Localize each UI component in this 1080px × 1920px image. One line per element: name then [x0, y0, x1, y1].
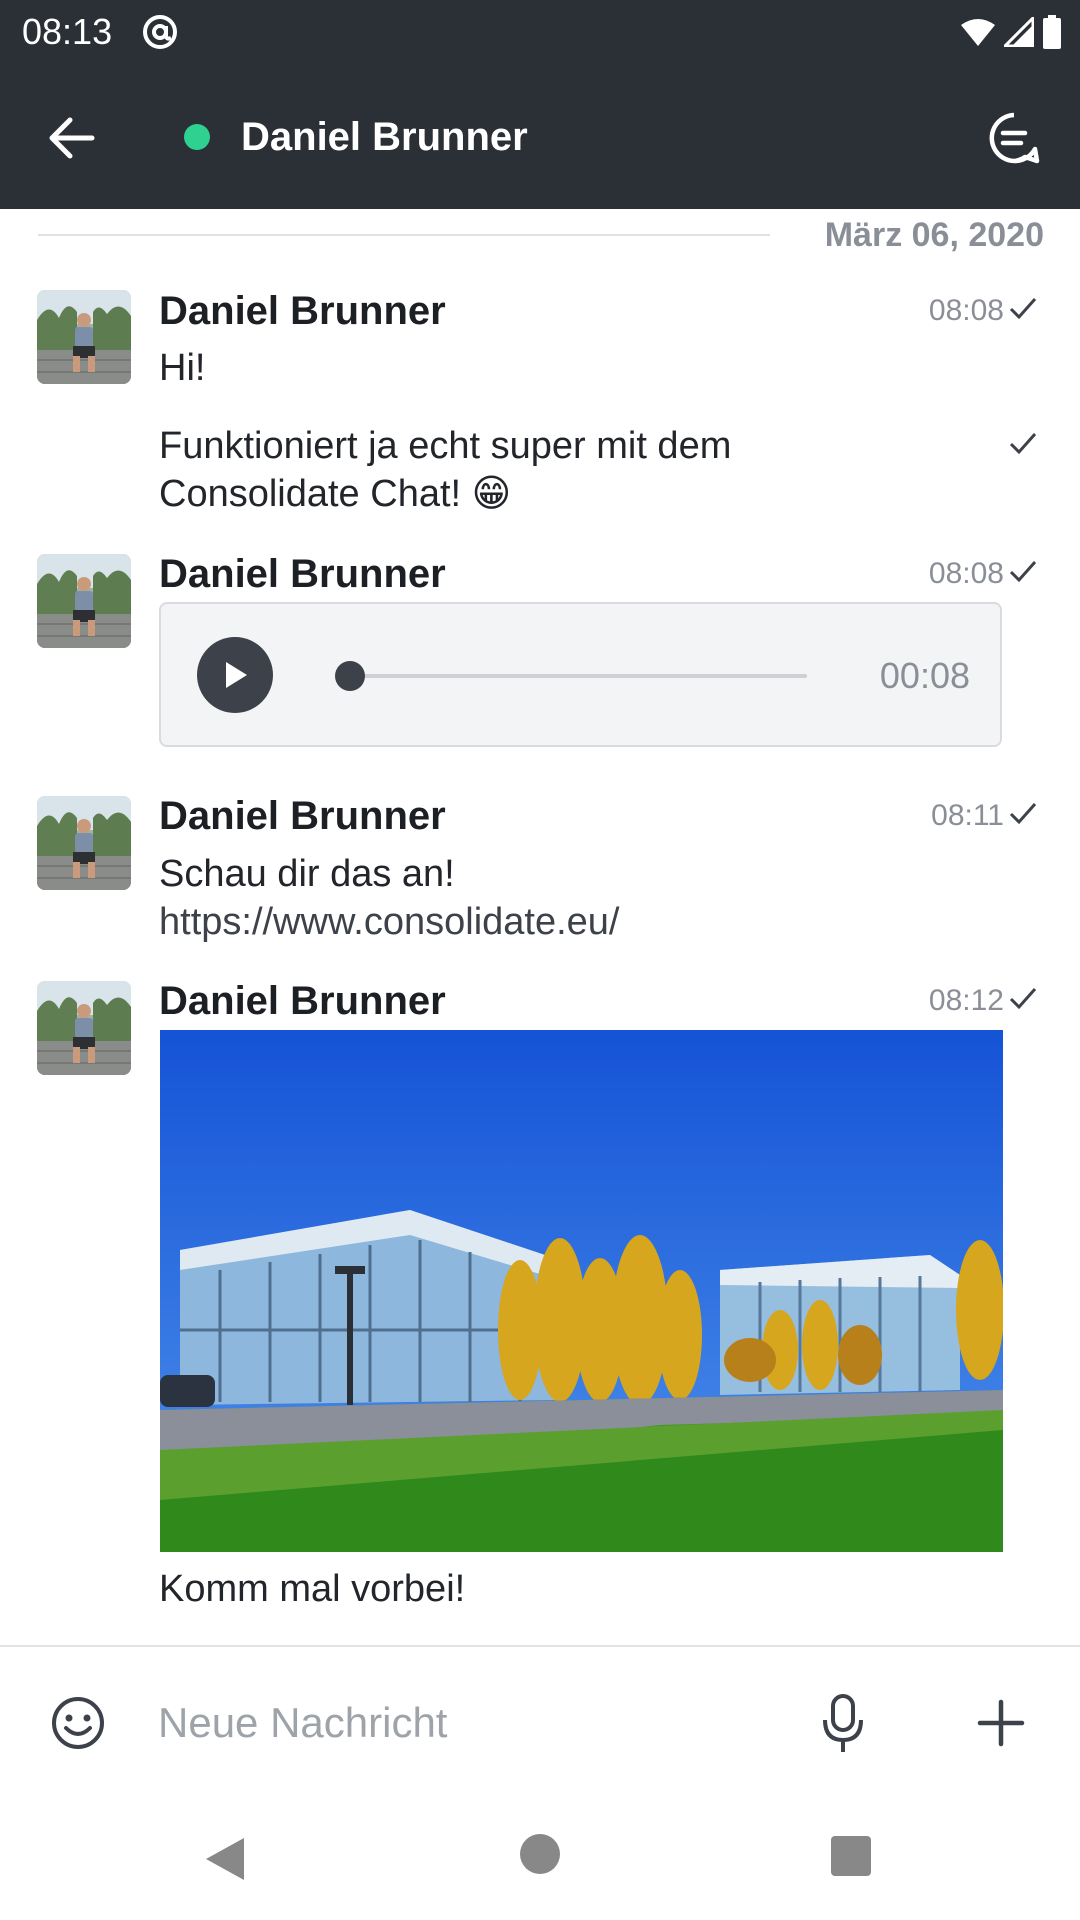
online-status-dot [184, 124, 210, 150]
message-input[interactable] [158, 1690, 758, 1756]
nav-home-icon[interactable] [520, 1834, 560, 1874]
plus-icon[interactable] [974, 1696, 1028, 1750]
app-bar: Daniel Brunner [0, 64, 1080, 209]
audio-progress-handle[interactable] [335, 661, 365, 691]
message-link[interactable]: https://www.consolidate.eu/ [159, 898, 619, 946]
message-line: Funktioniert ja echt super mit dem [159, 425, 732, 467]
message-line: Hi! [159, 347, 206, 389]
message-text: Schau dir das an! https://www.consolidat… [159, 850, 619, 946]
nav-recents-icon[interactable] [831, 1836, 871, 1876]
audio-duration: 00:08 [879, 655, 970, 696]
avatar[interactable] [37, 290, 131, 384]
message-sender[interactable]: Daniel Brunner [159, 550, 446, 598]
avatar-photo [37, 981, 131, 1075]
composer-divider [0, 1645, 1080, 1647]
message-time: 08:08 [928, 557, 1004, 590]
status-bar: 08:13 [0, 0, 1080, 64]
check-icon [1009, 803, 1037, 825]
back-arrow-icon [49, 117, 95, 159]
wifi-icon [961, 19, 995, 46]
nav-back-icon[interactable] [200, 1834, 250, 1884]
check-icon [1009, 298, 1037, 320]
avatar[interactable] [37, 981, 131, 1075]
check-icon [1009, 433, 1037, 455]
play-icon [226, 662, 247, 688]
threads-icon [989, 112, 1040, 164]
check-icon [1009, 561, 1037, 583]
avatar-photo [37, 554, 131, 648]
at-sign-icon [143, 15, 177, 49]
battery-icon [1043, 15, 1061, 49]
date-divider-line [38, 234, 770, 236]
image-caption: Komm mal vorbei! [159, 1568, 466, 1610]
status-time: 08:13 [22, 11, 113, 52]
avatar-photo [37, 796, 131, 890]
check-icon [1009, 988, 1037, 1010]
avatar[interactable] [37, 796, 131, 890]
status-icons [960, 14, 1062, 50]
building-photo [160, 1030, 1003, 1552]
avatar[interactable] [37, 554, 131, 648]
message-sender[interactable]: Daniel Brunner [159, 792, 446, 840]
navigation-bar [0, 1790, 1080, 1920]
message-sender[interactable]: Daniel Brunner [159, 977, 446, 1025]
message-time: 08:08 [928, 294, 1004, 327]
message-time: 08:12 [928, 984, 1004, 1017]
play-button[interactable] [197, 637, 273, 713]
audio-progress-track[interactable] [337, 674, 807, 678]
audio-message: 00:08 [159, 602, 1002, 747]
image-attachment[interactable] [160, 1030, 1003, 1552]
threads-button[interactable] [982, 106, 1046, 170]
message-text: Funktioniert ja echt super mit dem Conso… [159, 422, 731, 518]
signal-icon [1004, 17, 1034, 47]
message-text: Hi! [159, 344, 205, 392]
microphone-icon[interactable] [818, 1690, 868, 1756]
message-time: 08:11 [931, 799, 1004, 832]
emoji-icon[interactable] [48, 1693, 108, 1753]
date-divider: März 06, 2020 [824, 216, 1044, 254]
avatar-photo [37, 290, 131, 384]
back-button[interactable] [40, 106, 104, 170]
message-line: Schau dir das an! [159, 853, 455, 895]
message-line: Consolidate Chat! 😁 [159, 473, 512, 515]
message-sender[interactable]: Daniel Brunner [159, 287, 446, 335]
chat-title: Daniel Brunner [241, 115, 528, 159]
